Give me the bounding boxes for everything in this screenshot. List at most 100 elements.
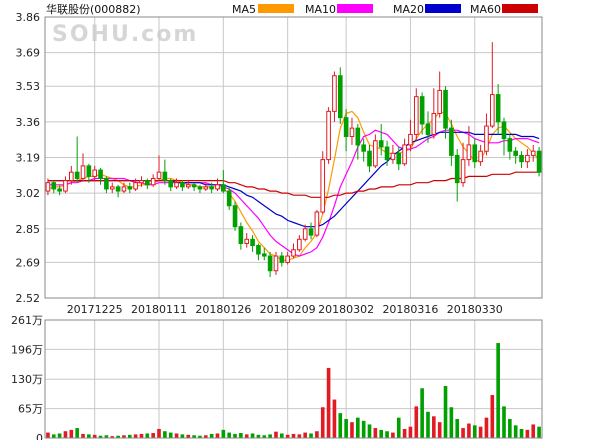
volume-bar xyxy=(51,434,56,438)
volume-bar xyxy=(356,417,360,438)
volume-bar xyxy=(221,429,226,438)
candle-body xyxy=(244,238,250,244)
candle-body xyxy=(180,182,185,188)
candle-body xyxy=(308,228,314,236)
candle-body xyxy=(396,152,402,165)
volume-bar xyxy=(344,419,348,438)
price-axis: 3.86 3.69 3.53 3.36 3.19 3.02 2.85 2.69 2.52 xyxy=(16,11,41,305)
volume-bar xyxy=(163,431,167,438)
ma20-line xyxy=(47,131,540,228)
volume-bar xyxy=(297,434,302,438)
candle-body xyxy=(530,150,536,156)
price-tick-label: 3.86 xyxy=(16,11,41,24)
candle-body xyxy=(139,180,144,184)
volume-bar xyxy=(274,431,278,438)
candle-body xyxy=(285,255,290,263)
candle-body xyxy=(86,165,92,177)
candle-body xyxy=(145,180,150,186)
candle-body xyxy=(297,238,302,251)
legend-label: MA10 xyxy=(305,3,336,16)
candle-body xyxy=(51,182,57,190)
candle-body xyxy=(226,190,232,207)
candle-body xyxy=(74,171,80,179)
volume-tick-label: 130万 xyxy=(11,373,43,386)
legend-label: MA60 xyxy=(470,3,501,16)
volume-bar xyxy=(315,431,319,438)
volume-tick-label: 65万 xyxy=(18,403,43,416)
volume-bar xyxy=(139,433,144,438)
candle-body xyxy=(232,205,238,228)
volume-bar xyxy=(215,433,220,438)
candle-body xyxy=(501,121,507,140)
candle-body xyxy=(80,165,86,179)
candle-body xyxy=(472,144,478,163)
volume-bar xyxy=(426,411,430,438)
candle-body xyxy=(256,245,261,255)
price-tick-label: 3.69 xyxy=(16,47,41,60)
candle-body xyxy=(238,226,244,244)
date-tick-label: 20171225 xyxy=(67,303,123,316)
volume-bar xyxy=(227,432,231,438)
volume-bar xyxy=(385,431,389,438)
date-tick-label: 20180111 xyxy=(131,303,187,316)
price-tick-label: 2.69 xyxy=(16,256,41,269)
candle-body xyxy=(156,171,162,179)
volume-bar xyxy=(250,433,255,438)
candle-body xyxy=(291,249,296,257)
volume-bar xyxy=(467,423,471,438)
volume-bar xyxy=(472,425,477,438)
candle-body xyxy=(460,159,466,184)
candle-body xyxy=(133,182,138,190)
volume-bar xyxy=(332,399,337,438)
candle-body xyxy=(484,125,489,152)
candle-body xyxy=(127,186,133,190)
volume-tick-label: 196万 xyxy=(11,343,43,356)
date-tick-label: 20180316 xyxy=(382,303,438,316)
candle-body xyxy=(197,186,203,190)
candlesticks xyxy=(45,42,542,278)
date-tick-label: 20180302 xyxy=(318,303,374,316)
candle-body xyxy=(63,180,68,192)
volume-bar xyxy=(502,406,506,438)
volume-bar xyxy=(145,433,150,438)
candle-body xyxy=(337,75,343,119)
volume-bar xyxy=(350,422,354,438)
volume-bar xyxy=(303,432,308,438)
candle-body xyxy=(378,140,384,148)
candle-body xyxy=(92,169,98,177)
legend-label: MA20 xyxy=(393,3,424,16)
volume-bars xyxy=(46,343,541,438)
legend-swatch xyxy=(258,4,294,13)
price-tick-label: 3.02 xyxy=(16,187,41,200)
volume-bar xyxy=(455,419,460,438)
candle-body xyxy=(413,96,419,135)
candle-body xyxy=(115,186,121,192)
volume-bar xyxy=(87,434,91,438)
date-tick-label: 20180209 xyxy=(260,303,316,316)
candle-body xyxy=(390,152,396,161)
candle-body xyxy=(466,144,472,161)
volume-bar xyxy=(367,424,372,438)
volume-bar xyxy=(490,395,495,438)
volume-bar xyxy=(57,433,62,438)
price-tick-label: 2.85 xyxy=(16,223,41,236)
volume-bar xyxy=(531,424,536,438)
volume-bar xyxy=(180,434,185,438)
candle-body xyxy=(45,182,51,192)
volume-bar xyxy=(81,433,85,438)
candle-body xyxy=(168,180,174,188)
volume-bar xyxy=(157,428,161,438)
candle-body xyxy=(68,171,74,182)
volume-bar xyxy=(168,432,173,438)
price-tick-label: 3.53 xyxy=(16,80,41,93)
volume-bar xyxy=(443,386,448,438)
candle-body xyxy=(384,146,390,161)
moving-average-lines xyxy=(47,110,540,261)
candle-body xyxy=(121,186,127,192)
volume-bar xyxy=(414,406,419,438)
candle-body xyxy=(408,133,413,146)
candle-body xyxy=(519,154,524,163)
legend-swatch xyxy=(337,4,373,13)
volume-bar xyxy=(449,407,454,438)
volume-bar xyxy=(461,428,465,438)
